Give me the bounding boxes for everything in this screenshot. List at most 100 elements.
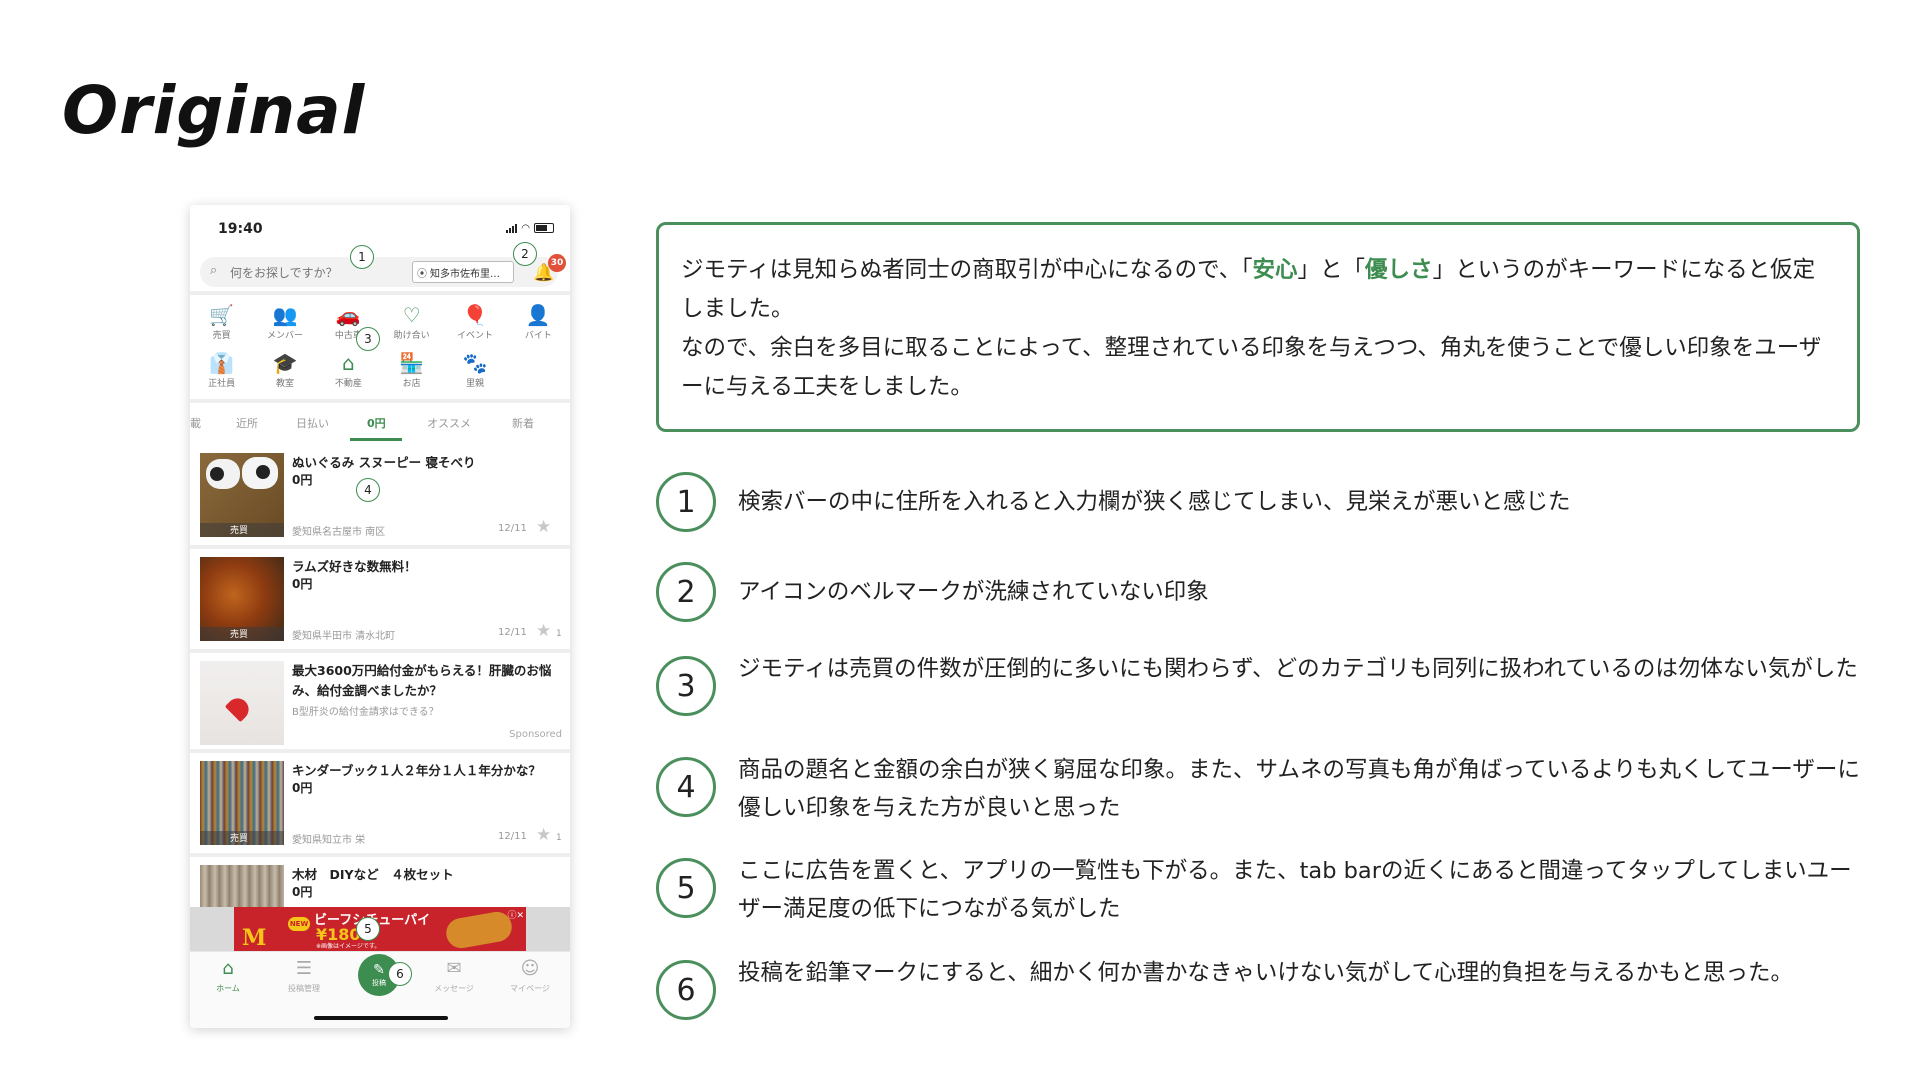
pencil-icon: ✎: [373, 961, 385, 978]
location-pin-icon: ⦿: [417, 268, 427, 280]
filter-tabs: 載 近所 日払い 0円 オススメ 新着: [190, 403, 570, 441]
employee-icon: 👔: [209, 350, 235, 375]
post-label: 投稿: [372, 978, 386, 987]
tabbar-home[interactable]: ⌂ ホーム: [198, 958, 258, 994]
item-thumbnail: 売買: [200, 761, 284, 845]
marker-2: 2: [513, 242, 537, 266]
item-date: 12/11: [498, 627, 527, 638]
pie-image: [443, 909, 515, 951]
tab-recommended[interactable]: オススメ: [427, 415, 471, 431]
intro-text: 」と「: [1297, 257, 1366, 283]
phone-screenshot: 19:40 ◠ ⌕ ⦿ 知多市佐布里… 🔔 30 🛒売買👥メンバー🚗中古車♡助け…: [190, 205, 570, 1028]
item-location: 愛知県名古屋市 南区: [292, 527, 386, 538]
intro-paragraph-2: なので、余白を多目に取ることによって、整理されている印象を与えつつ、角丸を使うこ…: [681, 335, 1822, 400]
star-icon[interactable]: ★: [536, 517, 551, 537]
category-label: メンバー: [266, 330, 303, 341]
category-employee[interactable]: 👔 正社員: [190, 346, 253, 394]
list-item[interactable]: 売買 ぬいぐるみ スヌーピー 寝そべり 0円 愛知県名古屋市 南区 12/11 …: [190, 445, 570, 549]
status-time: 19:40: [218, 221, 263, 237]
point-text: ここに広告を置くと、アプリの一覧性も下がる。また、tab barの近くにあると間…: [738, 858, 1852, 922]
point-number: 3: [656, 656, 716, 716]
category-label: 不動産: [334, 378, 362, 389]
list-item[interactable]: 売買 キンダーブック１人２年分１人１年分かな？ 0円 愛知県知立市 栄 12/1…: [190, 753, 570, 857]
point-text: 検索バーの中に住所を入れると入力欄が狭く感じてしまい、見栄えが悪いと感じた: [738, 489, 1571, 515]
ad-note: ※画像はイメージです。: [316, 943, 381, 950]
point-number: 4: [656, 757, 716, 817]
tab-new[interactable]: 新着: [512, 415, 534, 431]
category-heart-hands[interactable]: ♡ 助け合い: [380, 298, 443, 346]
members-icon: 👥: [272, 302, 298, 327]
home-indicator: [314, 1016, 448, 1020]
banner-ad[interactable]: M NEW ビーフシチューパイ ¥180 ※画像はイメージです。 ⓘ✕: [234, 907, 526, 951]
tabbar-post-management[interactable]: ☰ 投稿管理: [274, 958, 334, 994]
category-label: 売買: [212, 330, 231, 341]
tab-nearby[interactable]: 近所: [236, 415, 258, 431]
location-label: 知多市佐布里…: [430, 268, 500, 280]
item-price: 0円: [292, 885, 313, 899]
point-number: 5: [656, 858, 716, 918]
category-paw[interactable]: 🐾 里親: [443, 346, 506, 394]
category-label: 助け合い: [393, 330, 430, 341]
category-worker[interactable]: 👤 バイト: [507, 298, 570, 346]
search-icon: ⌕: [210, 263, 218, 278]
sponsored-item[interactable]: 最大3600万円給付金がもらえる！肝臓のお悩み、給付金調べましたか？ B型肝炎の…: [190, 653, 570, 753]
item-category-tag: 売買: [200, 831, 284, 845]
tabbar-mypage[interactable]: ☺ マイページ: [500, 958, 560, 994]
item-thumbnail: 売買: [200, 453, 284, 537]
star-count: 1: [556, 629, 562, 639]
item-thumbnail: 売買: [200, 557, 284, 641]
mcdonalds-logo-icon: M: [242, 925, 267, 951]
slide-title: Original: [62, 72, 366, 149]
category-house[interactable]: ⌂ 不動産: [317, 346, 380, 394]
active-tab-indicator: [350, 438, 402, 441]
marker-5: 5: [356, 917, 380, 941]
category-classroom[interactable]: 🎓 教室: [253, 346, 316, 394]
list-item[interactable]: 売買 ラムズ好きな数無料！ 0円 愛知県半田市 清水北町 12/11 ★ 1: [190, 549, 570, 653]
worker-icon: 👤: [525, 302, 551, 327]
car-icon: 🚗: [335, 302, 361, 327]
shop-icon: 🏪: [399, 350, 425, 375]
tabbar-label: マイページ: [510, 984, 550, 993]
item-title: ラムズ好きな数無料！: [292, 559, 417, 574]
category-label: イベント: [456, 330, 493, 341]
tabbar-messages[interactable]: ✉ メッセージ: [424, 958, 484, 994]
keyword-yasashisa: 優しさ: [1365, 257, 1433, 283]
wifi-icon: ◠: [521, 223, 530, 234]
tab-free[interactable]: 0円: [367, 415, 386, 431]
point-number: 1: [656, 472, 716, 532]
signal-icon: [506, 224, 518, 233]
star-icon[interactable]: ★: [536, 825, 551, 845]
category-members[interactable]: 👥 メンバー: [253, 298, 316, 346]
search-bar[interactable]: ⌕ ⦿ 知多市佐布里… 🔔 30: [200, 254, 566, 287]
home-icon: ⌂: [222, 958, 234, 979]
ad-title: 最大3600万円給付金がもらえる！肝臓のお悩み、給付金調べましたか？: [292, 663, 552, 698]
category-cart[interactable]: 🛒 売買: [190, 298, 253, 346]
person-icon: ☺: [520, 958, 540, 979]
point-text: ジモティは売買の件数が圧倒的に多いにも関わらず、どのカテゴリも同列に扱われている…: [738, 656, 1858, 682]
tab-daily-pay[interactable]: 日払い: [296, 415, 329, 431]
marker-6: 6: [388, 962, 412, 986]
ad-close-icon[interactable]: ⓘ✕: [507, 908, 524, 921]
heart-hands-icon: ♡: [402, 302, 421, 327]
keyword-anshin: 安心: [1252, 257, 1298, 283]
location-selector[interactable]: ⦿ 知多市佐布里…: [412, 261, 514, 283]
list-icon: ☰: [295, 958, 313, 979]
tab-partial[interactable]: 載: [190, 415, 201, 431]
paw-icon: 🐾: [462, 350, 488, 375]
category-shop[interactable]: 🏪 お店: [380, 346, 443, 394]
envelope-icon: ✉: [446, 958, 462, 979]
status-bar: 19:40 ◠: [190, 205, 570, 249]
item-price: 0円: [292, 473, 313, 487]
category-label: お店: [402, 378, 421, 389]
ad-new-badge: NEW: [288, 917, 310, 931]
category-label: 教室: [275, 378, 294, 389]
star-icon[interactable]: ★: [536, 621, 551, 641]
notification-badge: 30: [548, 254, 566, 272]
item-category-tag: 売買: [200, 523, 284, 537]
tabbar-label: ホーム: [216, 984, 240, 993]
point-number: 2: [656, 562, 716, 622]
cart-icon: 🛒: [209, 302, 235, 327]
divider: [190, 291, 570, 295]
category-balloon[interactable]: 🎈 イベント: [443, 298, 506, 346]
item-location: 愛知県知立市 栄: [292, 835, 366, 846]
